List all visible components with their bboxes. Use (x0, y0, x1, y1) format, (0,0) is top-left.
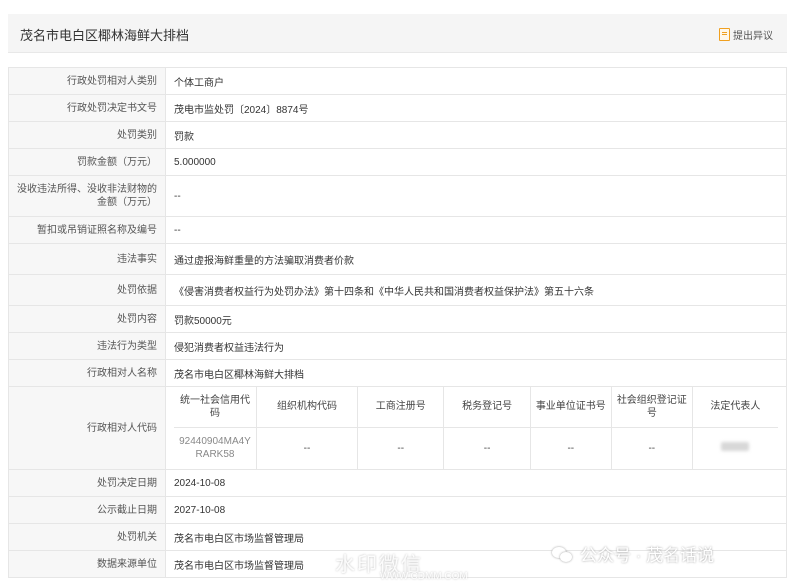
table-row: 行政处罚决定书文号 茂电市监处罚〔2024〕8874号 (8, 94, 787, 122)
codes-header: 事业单位证书号 (529, 387, 612, 428)
document-edit-icon (719, 28, 730, 41)
row-label: 违法事实 (8, 243, 166, 275)
row-value: 5.000000 (165, 148, 787, 176)
row-label: 违法行为类型 (8, 332, 166, 360)
row-value: 茂名市电白区椰林海鲜大排档 (165, 359, 787, 387)
codes-header: 法定代表人 (691, 387, 778, 428)
row-label: 行政处罚决定书文号 (8, 94, 166, 122)
codes-table: 统一社会信用代码 组织机构代码 工商注册号 税务登记号 事业单位证书号 社会组织… (174, 387, 778, 469)
codes-header-row: 统一社会信用代码 组织机构代码 工商注册号 税务登记号 事业单位证书号 社会组织… (174, 387, 778, 428)
codes-header: 组织机构代码 (255, 387, 359, 428)
row-label: 行政处罚相对人类别 (8, 67, 166, 95)
credit-code-value: 92440904MA4YRARK58 (174, 426, 257, 469)
raise-objection-button[interactable]: 提出异议 (719, 27, 773, 42)
row-label: 处罚依据 (8, 274, 166, 306)
row-value: 个体工商户 (165, 67, 787, 95)
codes-header: 工商注册号 (357, 387, 445, 428)
watermark-account-text: 公众号 · 茂名话说 (580, 546, 715, 565)
row-value: 茂电市监处罚〔2024〕8874号 (165, 94, 787, 122)
codes-value: -- (255, 426, 359, 469)
redacted-name (721, 441, 750, 451)
row-label: 处罚类别 (8, 121, 166, 149)
row-value: 2027-10-08 (165, 496, 787, 524)
row-label: 公示截止日期 (8, 496, 166, 524)
raise-objection-label: 提出异议 (733, 31, 773, 42)
table-row: 行政处罚相对人类别 个体工商户 (8, 67, 787, 95)
table-row: 暂扣或吊销证照名称及编号 -- (8, 216, 787, 244)
row-label: 处罚内容 (8, 305, 166, 333)
codes-value: -- (529, 426, 612, 469)
table-row: 行政相对人代码 统一社会信用代码 组织机构代码 工商注册号 税务登记号 事业单位… (8, 386, 787, 470)
table-row: 处罚依据 《侵害消费者权益行为处罚办法》第十四条和《中华人民共和国消费者权益保护… (8, 274, 787, 306)
table-row: 罚款金额（万元） 5.000000 (8, 148, 787, 176)
codes-value: -- (357, 426, 445, 469)
table-row: 处罚类别 罚款 (8, 121, 787, 149)
row-label: 罚款金额（万元） (8, 148, 166, 176)
row-value: 罚款 (165, 121, 787, 149)
row-label: 处罚机关 (8, 523, 166, 551)
codes-header: 社会组织登记证号 (610, 387, 693, 428)
wechat-icon (552, 545, 574, 563)
legal-representative-value (691, 426, 778, 469)
row-value: 2024-10-08 (165, 469, 787, 497)
row-value: -- (165, 216, 787, 244)
row-label: 没收违法所得、没收非法财物的金额（万元） (8, 175, 166, 217)
table-row: 违法行为类型 侵犯消费者权益违法行为 (8, 332, 787, 360)
row-value: 侵犯消费者权益违法行为 (165, 332, 787, 360)
watermark-account: 公众号 · 茂名话说 (552, 541, 714, 566)
codes-value-row: 92440904MA4YRARK58 -- -- -- -- -- (174, 426, 778, 469)
page-header: 茂名市电白区椰林海鲜大排档 提出异议 (8, 14, 787, 53)
page-title: 茂名市电白区椰林海鲜大排档 (20, 28, 190, 43)
codes-cell: 统一社会信用代码 组织机构代码 工商注册号 税务登记号 事业单位证书号 社会组织… (165, 386, 787, 470)
row-label: 行政相对人代码 (8, 386, 166, 470)
penalty-detail-table: 行政处罚相对人类别 个体工商户 行政处罚决定书文号 茂电市监处罚〔2024〕88… (8, 67, 787, 578)
codes-header: 税务登记号 (443, 387, 531, 428)
row-label: 暂扣或吊销证照名称及编号 (8, 216, 166, 244)
codes-value: -- (610, 426, 693, 469)
table-row: 处罚内容 罚款50000元 (8, 305, 787, 333)
codes-value: -- (443, 426, 531, 469)
table-row: 行政相对人名称 茂名市电白区椰林海鲜大排档 (8, 359, 787, 387)
row-value: 罚款50000元 (165, 305, 787, 333)
row-label: 数据来源单位 (8, 550, 166, 578)
row-value: 通过虚报海鲜重量的方法骗取消费者价款 (165, 243, 787, 275)
row-label: 处罚决定日期 (8, 469, 166, 497)
watermark-url: WWW.CDMM.COM (380, 571, 468, 582)
table-row: 违法事实 通过虚报海鲜重量的方法骗取消费者价款 (8, 243, 787, 275)
table-row: 公示截止日期 2027-10-08 (8, 496, 787, 524)
table-row: 没收违法所得、没收非法财物的金额（万元） -- (8, 175, 787, 217)
row-value: -- (165, 175, 787, 217)
row-label: 行政相对人名称 (8, 359, 166, 387)
table-row: 处罚决定日期 2024-10-08 (8, 469, 787, 497)
row-value: 《侵害消费者权益行为处罚办法》第十四条和《中华人民共和国消费者权益保护法》第五十… (165, 274, 787, 306)
codes-header: 统一社会信用代码 (174, 387, 257, 428)
